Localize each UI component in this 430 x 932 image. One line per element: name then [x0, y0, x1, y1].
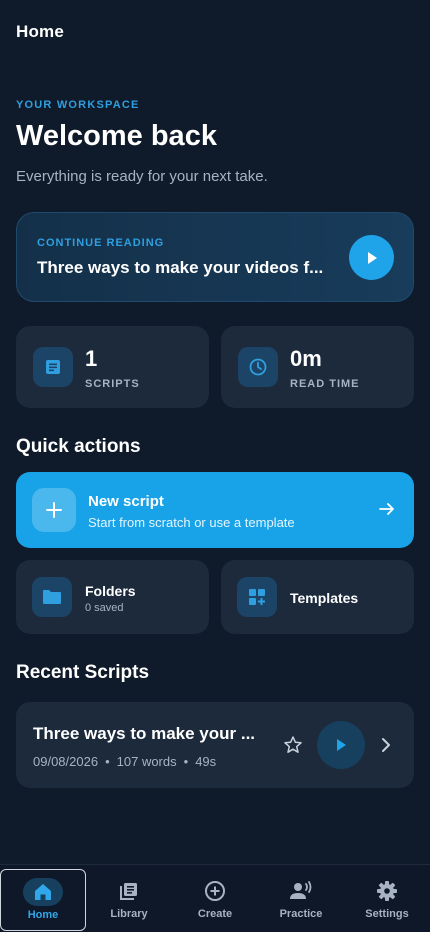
play-icon [337, 739, 346, 751]
nav-practice[interactable]: Practice [258, 865, 344, 932]
read-time-value: 0m [290, 346, 322, 371]
nav-home-label: Home [27, 909, 59, 921]
gear-icon [367, 877, 407, 905]
continue-reading-title: Three ways to make your videos f... [37, 258, 324, 277]
library-icon [109, 877, 149, 905]
templates-title: Templates [290, 590, 359, 606]
clock-icon [238, 347, 278, 387]
star-icon[interactable] [283, 735, 303, 755]
stat-card-read-time: 0m READ TIME [221, 326, 414, 408]
home-icon [23, 878, 63, 906]
continue-reading-card[interactable]: CONTINUE READING Three ways to make your… [16, 212, 414, 302]
welcome-subtitle: Everything is ready for your next take. [16, 168, 268, 185]
nav-practice-label: Practice [279, 908, 323, 920]
continue-play-button[interactable] [349, 235, 394, 280]
add-circle-icon [195, 877, 235, 905]
continue-reading-eyebrow: CONTINUE READING [37, 237, 165, 249]
workspace-eyebrow: YOUR WORKSPACE [16, 99, 140, 111]
bottom-nav: Home Library Create Practice Settings [0, 864, 430, 932]
new-script-title: New script [88, 493, 164, 510]
recent-play-button[interactable] [317, 721, 365, 769]
practice-icon [281, 877, 321, 905]
page-title: Home [16, 22, 65, 41]
folders-title: Folders [85, 583, 136, 599]
recent-scripts-heading: Recent Scripts [16, 662, 150, 683]
document-icon [33, 347, 73, 387]
folders-subtitle: 0 saved [85, 602, 124, 614]
nav-library[interactable]: Library [86, 865, 172, 932]
new-script-subtitle: Start from scratch or use a template [88, 515, 295, 530]
stat-card-scripts: 1 SCRIPTS [16, 326, 209, 408]
welcome-heading: Welcome back [16, 120, 217, 152]
new-script-button[interactable]: New script Start from scratch or use a t… [16, 472, 414, 548]
templates-icon [237, 577, 277, 617]
nav-settings-label: Settings [365, 908, 409, 920]
recent-script-duration: 49s [195, 754, 217, 769]
chevron-right-icon[interactable] [380, 737, 392, 753]
play-icon [367, 251, 377, 264]
nav-library-label: Library [110, 908, 148, 920]
recent-script-meta: 09/08/2026 • 107 words • 49s [33, 754, 217, 769]
recent-script-date: 09/08/2026 [33, 754, 99, 769]
recent-script-title: Three ways to make your ... [33, 724, 256, 743]
nav-settings[interactable]: Settings [344, 865, 430, 932]
nav-home[interactable]: Home [0, 869, 86, 931]
scripts-label: SCRIPTS [85, 378, 140, 390]
arrow-right-icon [379, 503, 394, 515]
recent-script-item[interactable]: Three ways to make your ... 09/08/2026 • 1… [16, 702, 414, 788]
recent-script-words: 107 words [116, 754, 177, 769]
plus-icon [32, 488, 76, 532]
quick-actions-heading: Quick actions [16, 436, 141, 457]
read-time-label: READ TIME [290, 378, 360, 390]
folder-icon [32, 577, 72, 617]
templates-button[interactable]: Templates [221, 560, 414, 634]
folders-button[interactable]: Folders 0 saved [16, 560, 209, 634]
scripts-count: 1 [85, 346, 98, 371]
nav-create-label: Create [197, 908, 233, 920]
nav-create[interactable]: Create [172, 865, 258, 932]
